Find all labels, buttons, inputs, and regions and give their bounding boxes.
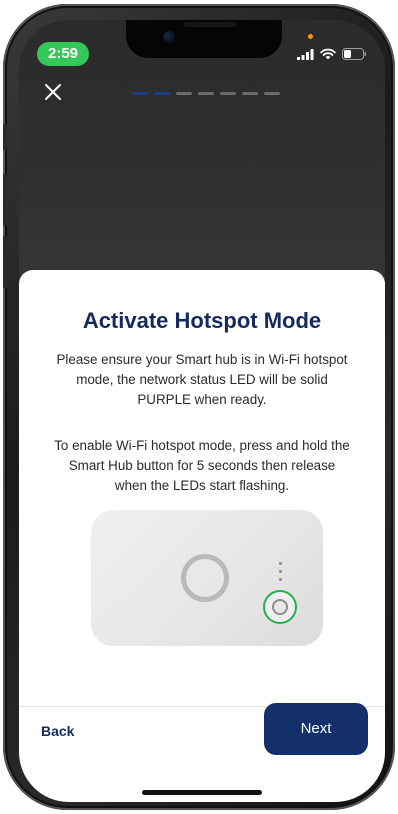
close-button[interactable] [41, 80, 65, 104]
front-camera [163, 31, 175, 43]
notch [126, 20, 282, 58]
wifi-icon [320, 48, 336, 60]
progress-step-pending [264, 92, 280, 95]
progress-step-pending [176, 92, 192, 95]
progress-step-completed [132, 92, 148, 95]
home-indicator [142, 790, 262, 795]
mute-switch [3, 124, 7, 150]
privacy-indicator [308, 34, 313, 39]
progress-step-pending [198, 92, 214, 95]
instruction-sheet: Activate Hotspot Mode Please ensure your… [19, 270, 385, 802]
hub-led-dot [279, 562, 282, 565]
step-progress-indicator [132, 92, 280, 95]
hub-light-ring [181, 554, 229, 602]
next-button[interactable]: Next [264, 703, 368, 755]
battery-icon [342, 48, 367, 60]
back-button[interactable]: Back [41, 723, 74, 739]
hub-led-dot [279, 570, 282, 573]
progress-step-pending [220, 92, 236, 95]
hub-button-highlight [263, 590, 297, 624]
hub-button-icon [272, 599, 288, 615]
page-title: Activate Hotspot Mode [82, 308, 322, 333]
progress-step-completed [154, 92, 170, 95]
close-icon [45, 84, 61, 100]
cellular-signal-icon [297, 48, 314, 60]
volume-up-button [3, 174, 7, 226]
device-mockup: 2:59 Activate Hotspot Mode Please ensure… [0, 0, 398, 814]
screen: 2:59 Activate Hotspot Mode Please ensure… [19, 20, 385, 802]
phone-frame: 2:59 Activate Hotspot Mode Please ensure… [3, 4, 395, 810]
instruction-paragraph-1: Please ensure your Smart hub is in Wi-Fi… [56, 352, 348, 407]
status-icons [297, 44, 367, 64]
instruction-paragraph-2: To enable Wi-Fi hotspot mode, press and … [54, 438, 350, 493]
volume-down-button [3, 236, 7, 288]
hub-led-dot [279, 578, 282, 581]
status-time: 2:59 [37, 42, 89, 66]
progress-step-pending [242, 92, 258, 95]
earpiece [184, 22, 236, 27]
smart-hub-illustration [91, 510, 323, 646]
